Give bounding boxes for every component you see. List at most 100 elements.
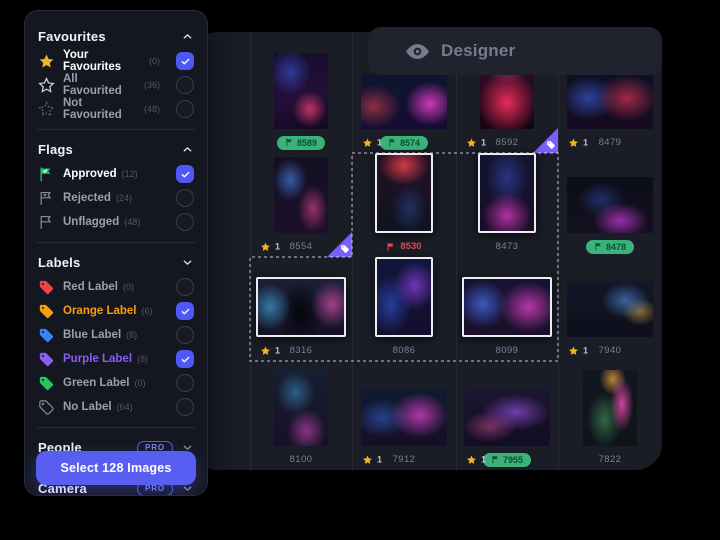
favourite-star[interactable]: 1	[568, 345, 588, 356]
filter-item-not-favourited[interactable]: Not Favourited(48)	[38, 97, 194, 121]
filter-checkbox[interactable]	[176, 350, 194, 368]
filter-checkbox[interactable]	[176, 374, 194, 392]
tab-designer[interactable]: Designer	[368, 38, 515, 65]
photo-id: 8479	[599, 137, 622, 148]
photo-caption: 17940	[558, 340, 662, 361]
favourite-star[interactable]: 1	[362, 137, 382, 148]
tag-red-icon	[38, 279, 55, 296]
photo-cell-7955[interactable]: 17955	[456, 361, 558, 470]
filter-label: Rejected	[63, 192, 111, 204]
star-icon	[466, 454, 477, 465]
photo-id: 7822	[599, 454, 622, 465]
photo-cell-8100[interactable]: 8100	[250, 361, 352, 470]
filter-item-purple-label[interactable]: Purple Label(8)	[38, 347, 194, 371]
filter-label: Approved	[63, 168, 117, 180]
filter-checkbox[interactable]	[176, 165, 194, 183]
approved-badge: 8478	[586, 240, 634, 254]
section-title: Favourites	[38, 29, 106, 44]
filter-item-no-label[interactable]: No Label(64)	[38, 395, 194, 419]
filter-checkbox[interactable]	[176, 278, 194, 296]
photo-thumbnail[interactable]	[375, 153, 433, 233]
section-header-favourites[interactable]: Favourites	[38, 24, 194, 49]
filter-checkbox[interactable]	[176, 76, 194, 94]
photo-thumbnail[interactable]	[464, 390, 550, 446]
filter-item-blue-label[interactable]: Blue Label(8)	[38, 323, 194, 347]
chevron-up-icon	[181, 143, 194, 156]
filter-label: All Favourited	[63, 73, 139, 97]
filter-item-rejected[interactable]: Rejected (24)	[38, 186, 194, 210]
filter-item-all-favourited[interactable]: All Favourited(36)	[38, 73, 194, 97]
designer-label: Designer	[441, 41, 515, 61]
photo-thumbnail[interactable]	[375, 257, 433, 337]
filter-count: (0)	[123, 282, 134, 292]
filter-count: (64)	[117, 402, 133, 412]
photo-thumbnail[interactable]	[256, 277, 346, 337]
photo-thumbnail[interactable]	[567, 73, 653, 129]
filter-checkbox[interactable]	[176, 52, 194, 70]
section-divider	[36, 427, 196, 428]
filter-checkbox[interactable]	[176, 326, 194, 344]
section-header-flags[interactable]: Flags	[38, 137, 194, 162]
favourite-star[interactable]: 1	[362, 454, 382, 465]
photo-caption: 8589	[250, 132, 352, 153]
label-corner-badge	[533, 128, 558, 153]
photo-thumbnail[interactable]	[567, 281, 653, 337]
photo-thumbnail[interactable]	[274, 157, 328, 233]
photo-id: 8099	[496, 345, 519, 356]
favourite-star[interactable]: 1	[260, 345, 280, 356]
filter-checkbox[interactable]	[176, 398, 194, 416]
photo-thumbnail[interactable]	[361, 390, 447, 446]
filter-item-unflagged[interactable]: Unflagged(48)	[38, 210, 194, 234]
filter-count: (8)	[137, 354, 148, 364]
photo-thumbnail[interactable]	[583, 370, 637, 446]
filter-item-red-label[interactable]: Red Label(0)	[38, 275, 194, 299]
photo-cell-8473[interactable]: 8473	[456, 153, 558, 257]
chevron-down-icon	[181, 256, 194, 269]
approved-badge: 8589	[277, 136, 325, 150]
photo-thumbnail[interactable]	[274, 53, 328, 129]
star-count: 1	[275, 346, 280, 356]
photo-cell-7822[interactable]: 7822	[558, 361, 662, 470]
photo-cell-8478[interactable]: 8478	[558, 153, 662, 257]
favourite-star[interactable]: 1	[466, 454, 486, 465]
filter-checkbox[interactable]	[176, 213, 194, 231]
photo-cell-8086[interactable]: 8086	[352, 257, 456, 361]
filter-item-orange-label[interactable]: Orange Label(6)	[38, 299, 194, 323]
photo-cell-7940[interactable]: 17940	[558, 257, 662, 361]
photo-thumbnail[interactable]	[567, 177, 653, 233]
section-divider	[36, 242, 196, 243]
favourite-star[interactable]: 1	[568, 137, 588, 148]
photo-cell-7912[interactable]: 17912	[352, 361, 456, 470]
filter-checkbox[interactable]	[176, 302, 194, 320]
photo-thumbnail[interactable]	[478, 153, 536, 233]
photo-id: 8086	[393, 345, 416, 356]
photo-cell-8530[interactable]: 8530	[352, 153, 456, 257]
filter-count: (12)	[122, 169, 138, 179]
star-count: 1	[583, 346, 588, 356]
star-count: 1	[481, 455, 486, 465]
filter-count: (0)	[134, 378, 145, 388]
photo-thumbnail[interactable]	[462, 277, 552, 337]
filter-item-your-favourites[interactable]: Your Favourites(0)	[38, 49, 194, 73]
photo-thumbnail[interactable]	[361, 73, 447, 129]
flag-icon	[285, 138, 294, 147]
filter-item-approved[interactable]: Approved (12)	[38, 162, 194, 186]
photo-cell-8589[interactable]: 8589	[250, 32, 352, 153]
filter-count: (24)	[116, 193, 132, 203]
filter-checkbox[interactable]	[176, 189, 194, 207]
favourite-star[interactable]: 1	[260, 241, 280, 252]
photo-id: 8592	[496, 137, 519, 148]
select-images-button[interactable]: Select 128 Images	[36, 451, 196, 485]
section-header-labels[interactable]: Labels	[38, 250, 194, 275]
filter-item-green-label[interactable]: Green Label(0)	[38, 371, 194, 395]
filter-checkbox[interactable]	[176, 100, 194, 118]
photo-id: 8574	[400, 138, 420, 148]
photo-cell-8554[interactable]: 18554	[250, 153, 352, 257]
photo-caption: 8530	[352, 236, 456, 257]
photo-thumbnail[interactable]	[274, 370, 328, 446]
tag-outline-icon	[38, 399, 55, 416]
favourite-star[interactable]: 1	[466, 137, 486, 148]
star-icon	[362, 454, 373, 465]
photo-cell-8099[interactable]: 8099	[456, 257, 558, 361]
photo-cell-8316[interactable]: 18316	[250, 257, 352, 361]
